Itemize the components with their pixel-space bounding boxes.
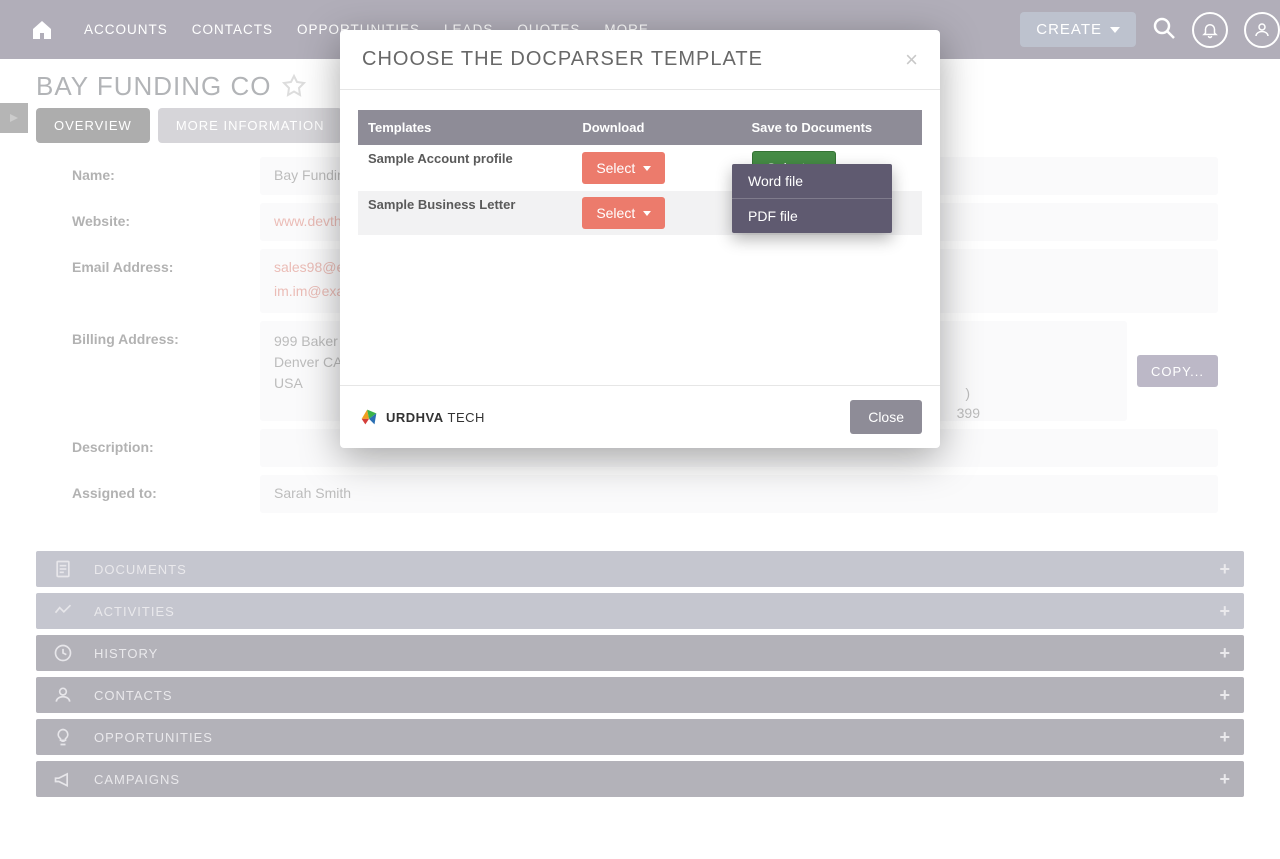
close-button[interactable]: Close: [850, 400, 922, 434]
dropdown-item-pdf[interactable]: PDF file: [732, 199, 892, 233]
brand-logo: URDHVA TECH: [358, 406, 485, 428]
brand-bold: URDHVA: [386, 410, 444, 425]
template-name: Sample Business Letter: [358, 191, 572, 235]
save-dropdown-menu: Word file PDF file: [732, 164, 892, 233]
logo-icon: [358, 406, 380, 428]
caret-down-icon: [643, 211, 651, 216]
brand-light: TECH: [444, 410, 485, 425]
th-templates: Templates: [358, 110, 572, 145]
caret-down-icon: [643, 166, 651, 171]
download-select-button[interactable]: Select: [582, 152, 665, 184]
download-select-button[interactable]: Select: [582, 197, 665, 229]
brand-text: URDHVA TECH: [386, 410, 485, 425]
select-label: Select: [596, 205, 635, 221]
th-download: Download: [572, 110, 741, 145]
docparser-modal: CHOOSE THE DOCPARSER TEMPLATE × Template…: [340, 30, 940, 448]
th-save: Save to Documents: [742, 110, 923, 145]
modal-close-x[interactable]: ×: [905, 49, 918, 71]
modal-title: CHOOSE THE DOCPARSER TEMPLATE: [362, 48, 763, 71]
template-name: Sample Account profile: [358, 145, 572, 191]
dropdown-item-word[interactable]: Word file: [732, 164, 892, 198]
select-label: Select: [596, 160, 635, 176]
